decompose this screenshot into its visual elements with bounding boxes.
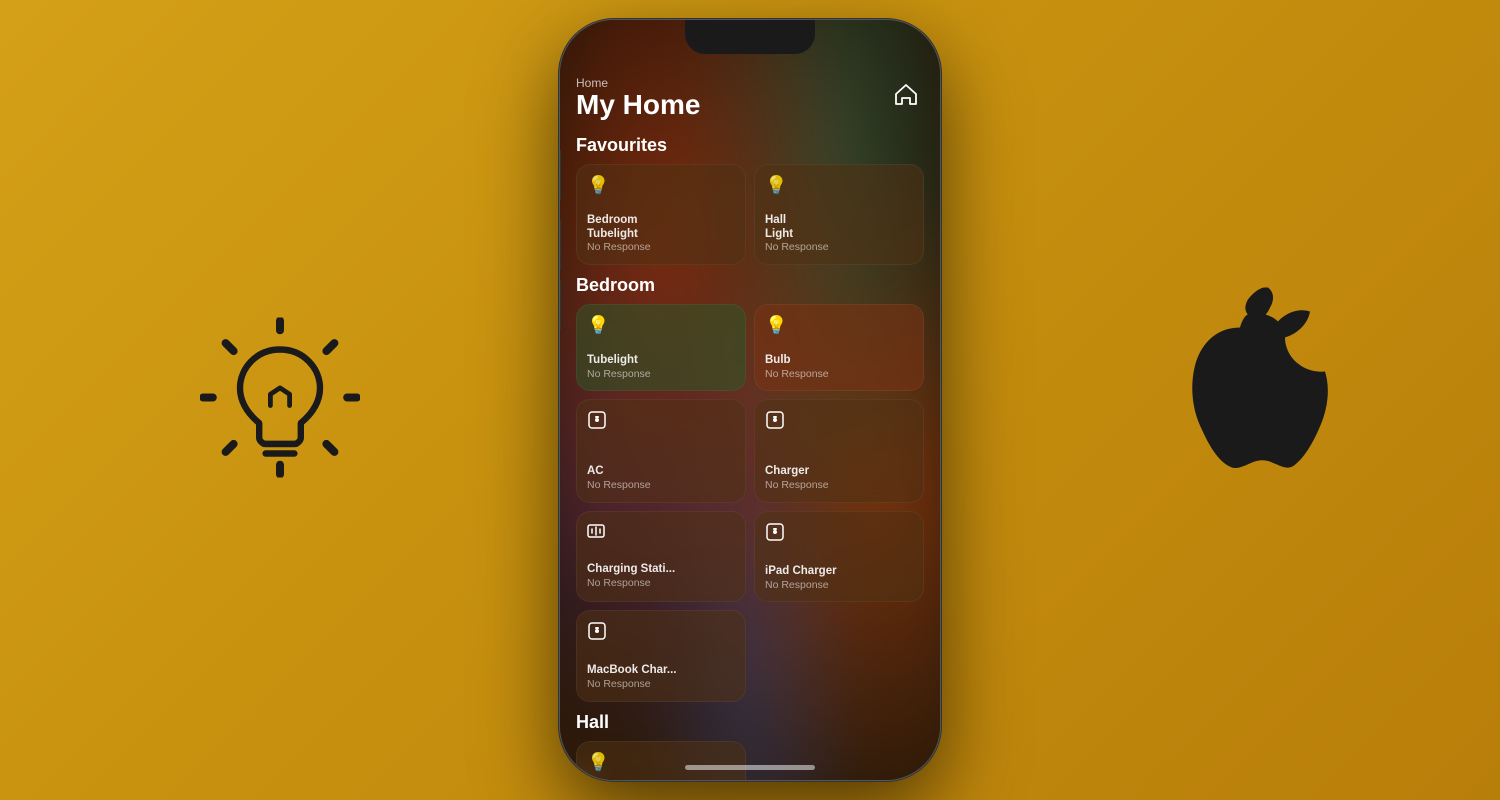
favourites-grid: 💡 Bedroom Tubelight No Response 💡 Hall L… <box>576 164 924 265</box>
ipad-charger-icon <box>765 522 913 547</box>
charging-station-icon <box>587 522 735 545</box>
charger-status: No Response <box>765 479 913 492</box>
phone-notch <box>685 20 815 54</box>
bedroom-macbook-charger[interactable]: MacBook Char... No Response <box>576 610 746 701</box>
bedroom-ac[interactable]: AC No Response <box>576 399 746 502</box>
charger-icon <box>765 410 913 435</box>
home-title: My Home <box>576 89 700 120</box>
macbook-charger-status: No Response <box>587 678 735 691</box>
favourites-label: Favourites <box>576 135 924 156</box>
hall-light[interactable]: 💡 Light No Response <box>576 741 746 780</box>
macbook-charger-icon <box>587 621 735 646</box>
lightbulb-icon <box>200 318 360 478</box>
ac-status: No Response <box>587 479 735 492</box>
fav1-status: No Response <box>587 241 735 254</box>
bedroom-row2: AC No Response Charger No Response <box>576 399 924 502</box>
fav2-device: Light <box>765 228 913 242</box>
fav1-room: Bedroom <box>587 214 735 228</box>
home-icon-button[interactable] <box>888 76 924 112</box>
app-header: Home My Home <box>576 76 924 121</box>
hall-label: Hall <box>576 712 924 733</box>
bedroom-charger[interactable]: Charger No Response <box>754 399 924 502</box>
bulb-status: No Response <box>765 368 913 381</box>
home-indicator <box>685 765 815 770</box>
phone-screen: Home My Home Favourites 💡 Bedroom Tubeli <box>560 20 940 780</box>
tubelight-icon: 💡 <box>587 315 735 336</box>
fav2-room: Hall <box>765 214 913 228</box>
bedroom-row1: 💡 Tubelight No Response 💡 Bulb No Respon… <box>576 304 924 391</box>
charging-station-status: No Response <box>587 577 735 590</box>
charger-name: Charger <box>765 465 913 479</box>
bedroom-label: Bedroom <box>576 275 924 296</box>
bulb-icon-fav2: 💡 <box>765 175 913 196</box>
header-text: Home My Home <box>576 76 700 121</box>
bulb-icon-bedroom: 💡 <box>765 315 913 336</box>
ac-name: AC <box>587 465 735 479</box>
bedroom-bulb[interactable]: 💡 Bulb No Response <box>754 304 924 391</box>
favourites-section: Favourites 💡 Bedroom Tubelight No Respon… <box>576 135 924 265</box>
tubelight-name: Tubelight <box>587 354 735 368</box>
apple-logo-decoration <box>1140 288 1340 513</box>
bedroom-tubelight[interactable]: 💡 Tubelight No Response <box>576 304 746 391</box>
apple-logo-icon <box>1140 288 1340 508</box>
favourite-hall-light[interactable]: 💡 Hall Light No Response <box>754 164 924 265</box>
bedroom-section: Bedroom 💡 Tubelight No Response 💡 Bulb N… <box>576 275 924 702</box>
macbook-charger-name: MacBook Char... <box>587 664 735 678</box>
screen-content: Home My Home Favourites 💡 Bedroom Tubeli <box>560 64 940 780</box>
fav1-device: Tubelight <box>587 228 735 242</box>
bulb-icon-fav1: 💡 <box>587 175 735 196</box>
ipad-charger-name: iPad Charger <box>765 565 913 579</box>
phone-frame: Home My Home Favourites 💡 Bedroom Tubeli <box>560 20 940 780</box>
home-sublabel: Home <box>576 76 700 90</box>
bedroom-charging-station[interactable]: Charging Stati... No Response <box>576 511 746 602</box>
lightbulb-decoration <box>200 318 360 483</box>
tubelight-status: No Response <box>587 368 735 381</box>
bedroom-ipad-charger[interactable]: iPad Charger No Response <box>754 511 924 602</box>
fav2-status: No Response <box>765 241 913 254</box>
bedroom-row3: Charging Stati... No Response iPad Charg… <box>576 511 924 602</box>
ac-icon <box>587 410 735 435</box>
charging-station-name: Charging Stati... <box>587 563 735 577</box>
favourite-bedroom-tubelight[interactable]: 💡 Bedroom Tubelight No Response <box>576 164 746 265</box>
bulb-name: Bulb <box>765 354 913 368</box>
ipad-charger-status: No Response <box>765 579 913 592</box>
hall-grid: 💡 Light No Response <box>576 741 924 780</box>
bedroom-row4: MacBook Char... No Response <box>576 610 924 701</box>
